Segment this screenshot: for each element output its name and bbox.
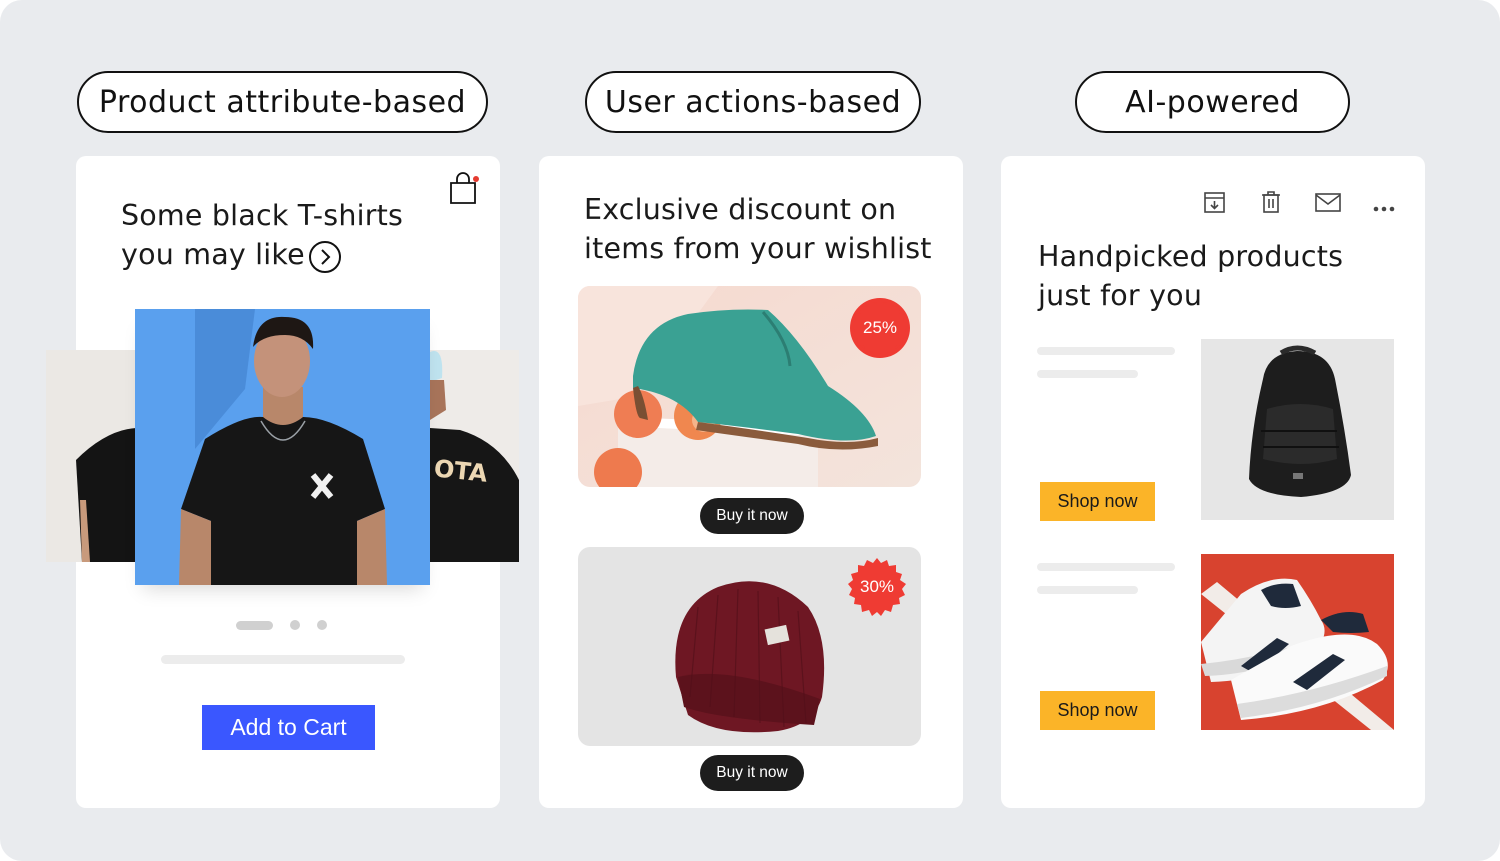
carousel-dots[interactable] (236, 620, 327, 630)
more-dots-icon[interactable] (1373, 199, 1395, 217)
discount-badge-30-text: 30% (859, 577, 895, 596)
card1-heading-line2: you may like (121, 238, 305, 271)
carousel-dot[interactable] (317, 620, 327, 630)
shop-now-button-2[interactable]: Shop now (1040, 691, 1155, 730)
tshirt-photo-right[interactable]: OTA (430, 350, 519, 562)
chevron-right-circle-icon[interactable] (308, 240, 342, 279)
archive-icon[interactable] (1203, 191, 1226, 219)
label-product-attribute-based: Product attribute-based (77, 71, 488, 133)
placeholder-line (161, 655, 405, 664)
discount-badge-30: 30% (848, 558, 906, 616)
carousel-dot[interactable] (290, 620, 300, 630)
shopping-bag-icon[interactable] (448, 172, 480, 211)
label-user-actions-based: User actions-based (585, 71, 921, 133)
card3-heading-line1: Handpicked products (1038, 240, 1344, 273)
placeholder-line (1037, 347, 1175, 355)
buy-it-now-button-1[interactable]: Buy it now (700, 498, 804, 534)
label-ai-powered: AI-powered (1075, 71, 1350, 133)
add-to-cart-button[interactable]: Add to Cart (202, 705, 375, 750)
placeholder-line (1037, 586, 1138, 594)
shoe-product-image[interactable]: 25% (578, 286, 921, 487)
mail-icon[interactable] (1315, 193, 1341, 217)
placeholder-line (1037, 563, 1175, 571)
background-canvas: Product attribute-based User actions-bas… (0, 0, 1500, 861)
carousel-dot-active[interactable] (236, 620, 273, 630)
shop-now-button-1[interactable]: Shop now (1040, 482, 1155, 521)
backpack-product-image[interactable] (1201, 339, 1394, 520)
card2-heading-line1: Exclusive discount on (584, 193, 897, 226)
placeholder-line (1037, 370, 1138, 378)
buy-it-now-button-2[interactable]: Buy it now (700, 755, 804, 791)
svg-text:OTA: OTA (433, 454, 490, 487)
trash-icon[interactable] (1260, 190, 1282, 219)
card3-heading-line2: just for you (1038, 279, 1203, 312)
card2-heading-line2: items from your wishlist (584, 232, 932, 265)
card1-heading-line1: Some black T-shirts (121, 199, 404, 232)
discount-badge-25-text: 25% (862, 318, 898, 337)
discount-badge-25: 25% (851, 299, 909, 357)
sneakers-product-image[interactable] (1201, 554, 1394, 730)
beanie-product-image[interactable]: 30% (578, 547, 921, 746)
tshirt-photo-left[interactable] (46, 350, 136, 562)
tshirt-photo-main[interactable] (135, 309, 430, 585)
